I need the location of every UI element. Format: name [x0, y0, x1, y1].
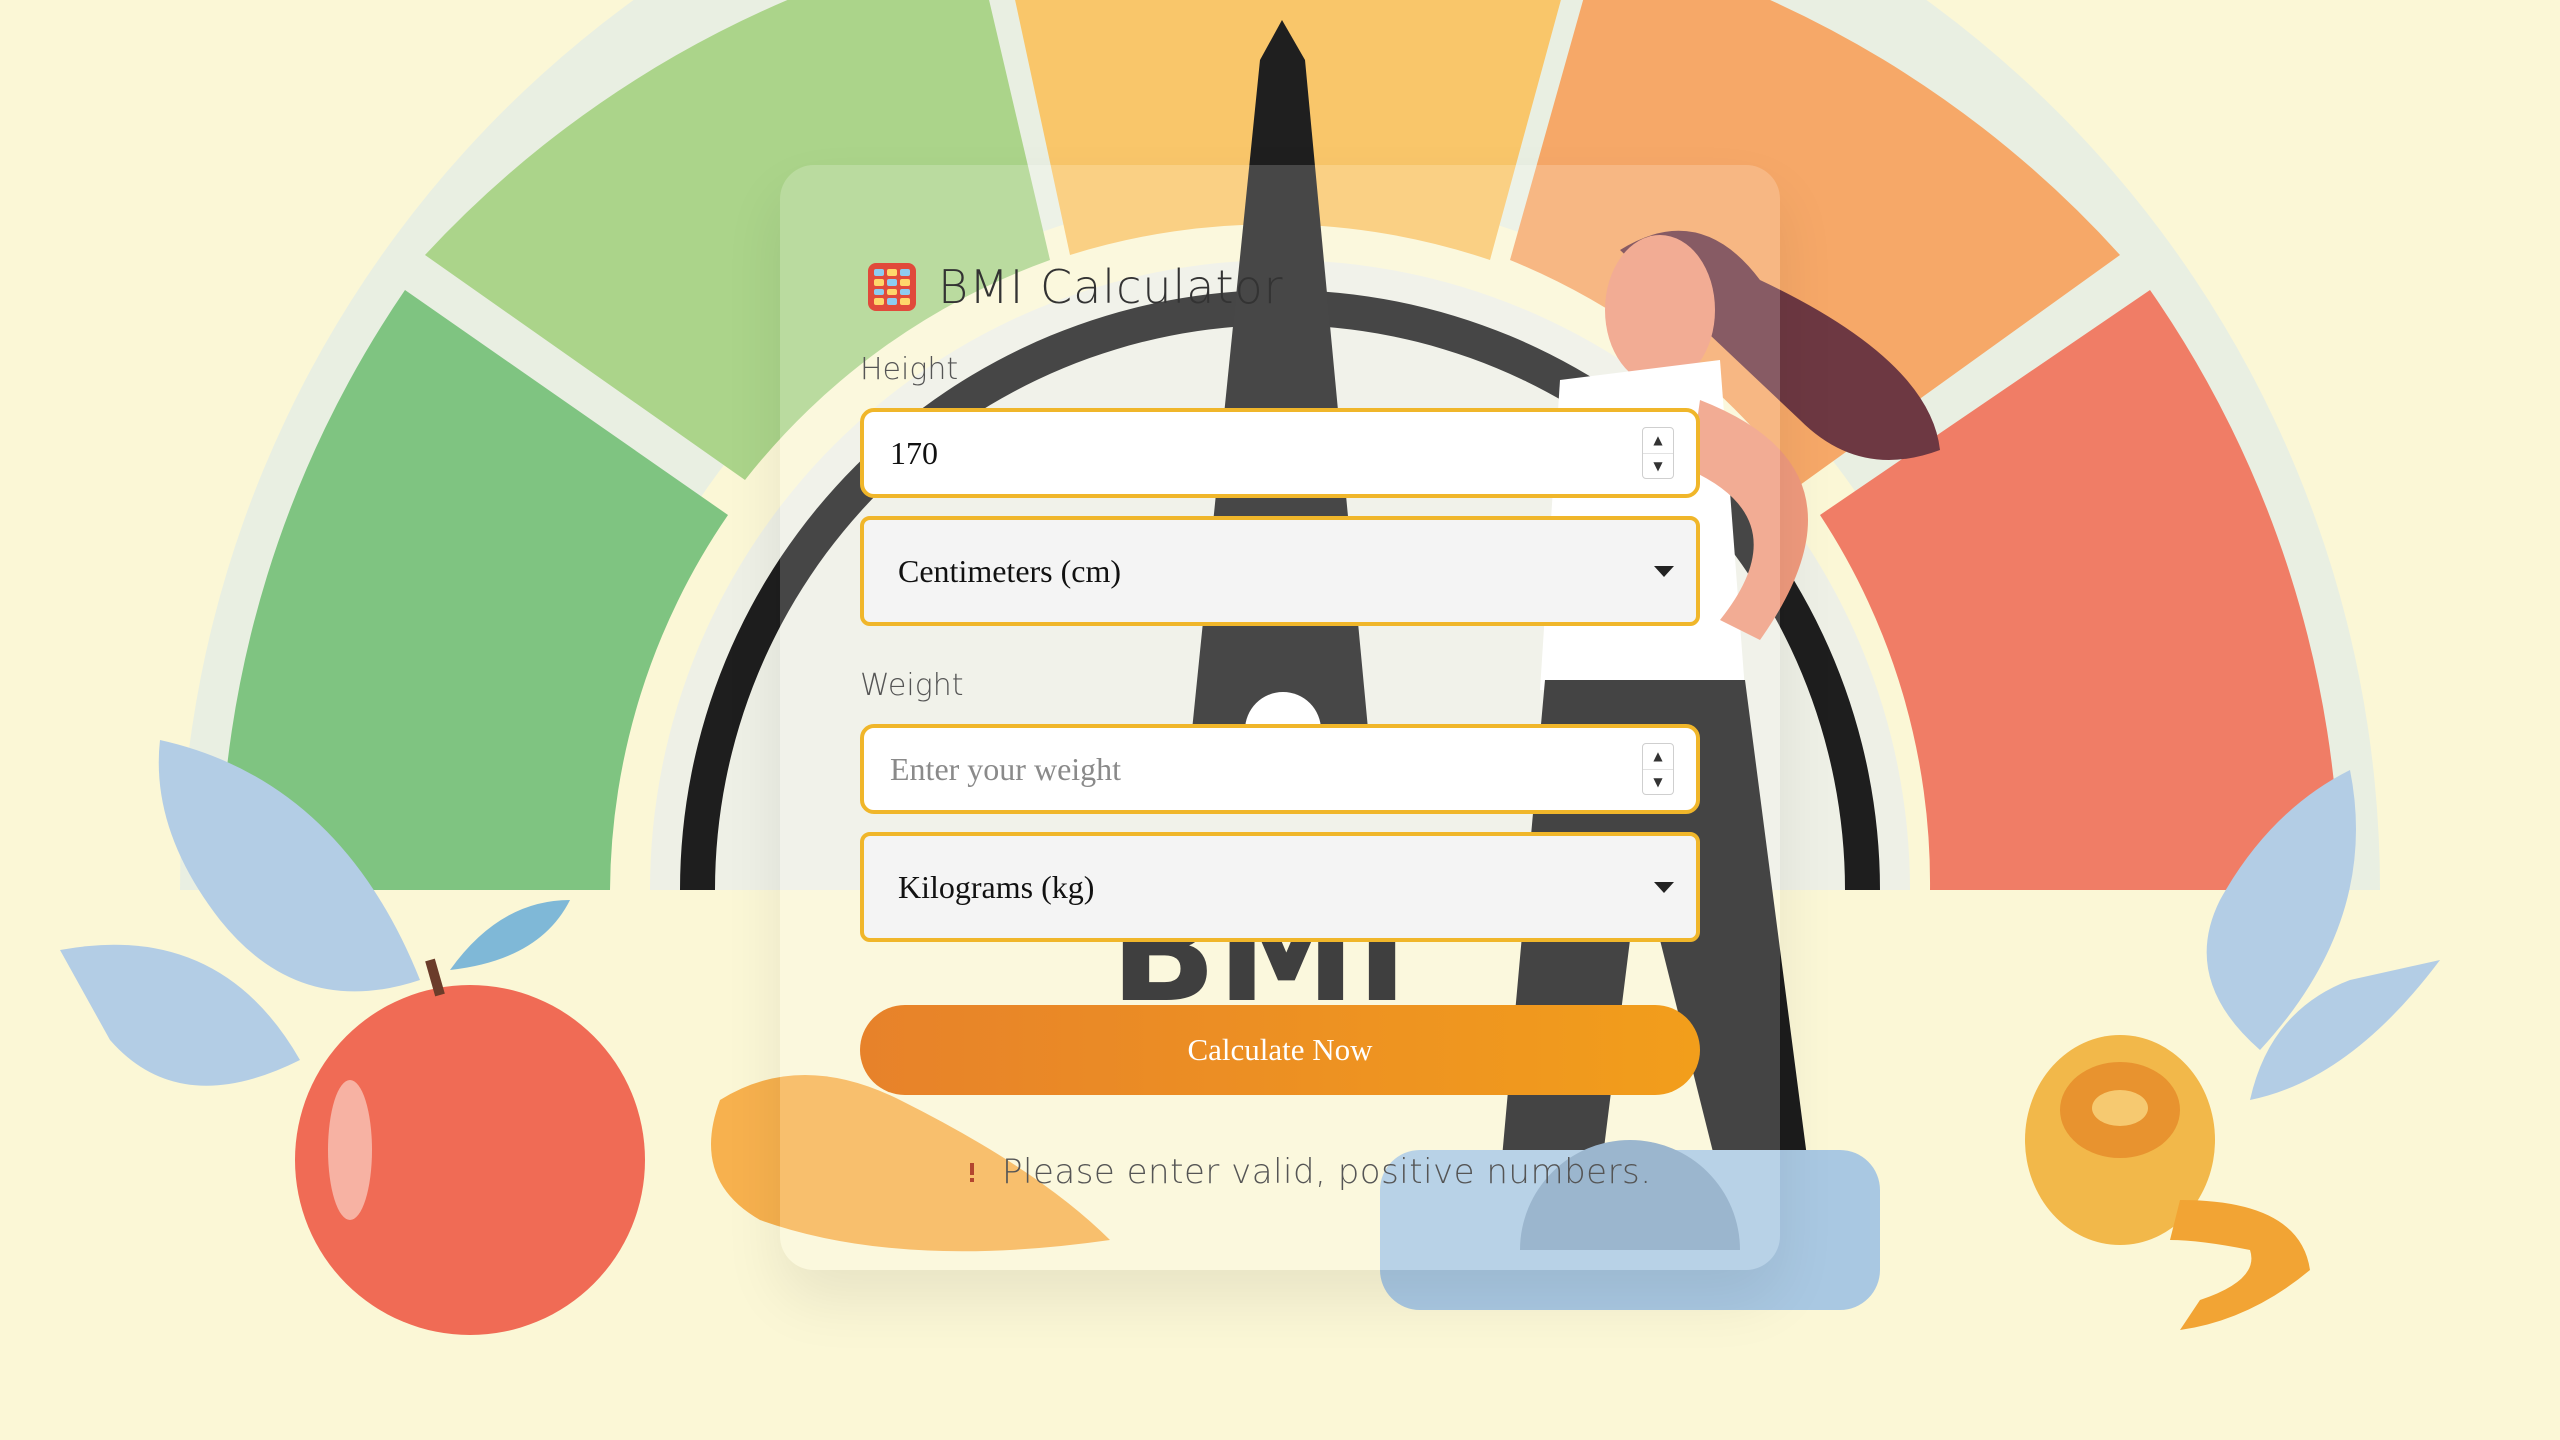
height-unit-value: Centimeters (cm)	[898, 552, 1122, 589]
page-title: BMI Calculator	[938, 260, 1284, 314]
abacus-icon	[868, 263, 916, 311]
height-stepper[interactable]: ▲ ▼	[1642, 427, 1674, 479]
height-label: Height	[860, 352, 959, 387]
height-input[interactable]	[864, 412, 1642, 494]
increment-icon[interactable]: ▲	[1643, 744, 1673, 769]
decrement-icon[interactable]: ▼	[1643, 452, 1673, 479]
warning-icon	[960, 1158, 984, 1186]
calculator-card	[780, 165, 1780, 1270]
height-field: ▲ ▼	[860, 408, 1700, 498]
error-message: Please enter valid, positive numbers.	[960, 1148, 1652, 1196]
weight-unit-select[interactable]: Kilograms (kg)	[860, 832, 1700, 942]
chevron-down-icon	[1654, 565, 1674, 577]
decrement-icon[interactable]: ▼	[1643, 768, 1673, 795]
calculate-button[interactable]: Calculate Now	[860, 1005, 1700, 1095]
title-row: BMI Calculator	[868, 255, 1284, 319]
height-unit-select[interactable]: Centimeters (cm)	[860, 516, 1700, 626]
chevron-down-icon	[1654, 881, 1674, 893]
weight-input[interactable]	[864, 728, 1642, 810]
weight-unit-value: Kilograms (kg)	[898, 868, 1095, 905]
increment-icon[interactable]: ▲	[1643, 428, 1673, 453]
weight-field: ▲ ▼	[860, 724, 1700, 814]
weight-stepper[interactable]: ▲ ▼	[1642, 743, 1674, 795]
error-text: Please enter valid, positive numbers.	[1002, 1152, 1652, 1192]
weight-label: Weight	[860, 668, 964, 703]
